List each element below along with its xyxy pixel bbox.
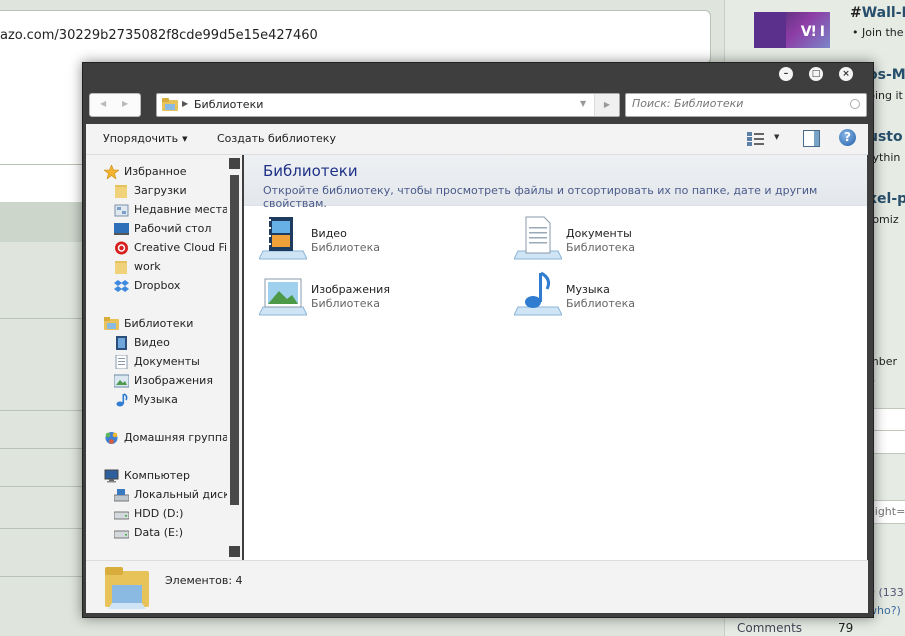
- video-library-icon: [259, 217, 307, 260]
- library-item-documents[interactable]: Документы Библиотека: [514, 215, 754, 263]
- sidebar-item-label: Библиотеки: [124, 317, 194, 330]
- drive-icon: [114, 511, 129, 520]
- sidebar-item-label: Загрузки: [134, 184, 187, 197]
- desktop-icon: [114, 223, 129, 235]
- library-name: Изображения: [311, 283, 390, 296]
- organize-label: Упорядочить: [103, 132, 179, 145]
- breadcrumb-arrow-icon[interactable]: ▶: [182, 99, 188, 108]
- library-name: Документы: [566, 227, 632, 240]
- system-drive-icon: [114, 489, 129, 502]
- refresh-button[interactable]: ▶: [594, 94, 619, 116]
- search-input[interactable]: [632, 97, 842, 110]
- homegroup-icon: [105, 432, 118, 444]
- sidebar-item-label: HDD (D:): [134, 507, 184, 520]
- sidebar-item-label: Документы: [134, 355, 200, 368]
- address-dropdown-icon[interactable]: ▼: [580, 99, 586, 108]
- sidebar-item-label: Недавние места: [134, 203, 227, 216]
- forward-arrow-icon[interactable]: ▶: [122, 99, 128, 108]
- background-right-title[interactable]: #Wall-H: [850, 5, 905, 21]
- address-bar[interactable]: ▶ Библиотеки ▼ ▶: [156, 93, 620, 117]
- preview-pane-icon[interactable]: [803, 130, 820, 147]
- recent-places-icon: [114, 204, 129, 217]
- navigation-bar: ◀ ▶ ▶ Библиотеки ▼ ▶: [83, 87, 873, 124]
- sidebar-item-label: Creative Cloud Fil: [134, 241, 227, 254]
- address-path: Библиотеки: [194, 98, 264, 111]
- view-options-icon[interactable]: [747, 132, 765, 146]
- title-bar[interactable]: – □ ×: [83, 63, 873, 87]
- search-icon[interactable]: [850, 99, 860, 109]
- library-item-video[interactable]: Видео Библиотека: [259, 215, 499, 263]
- documents-icon: [115, 355, 128, 369]
- details-pane: Элементов: 4: [86, 560, 868, 613]
- library-header: Библиотеки Откройте библиотеку, чтобы пр…: [244, 155, 867, 210]
- sidebar-item-label: work: [134, 260, 161, 273]
- item-count: Элементов: 4: [165, 574, 243, 587]
- sidebar-item-label: Локальный диск: [134, 488, 227, 501]
- page-title: Библиотеки: [263, 162, 358, 180]
- background-comments-label: Comments: [737, 621, 803, 635]
- search-box[interactable]: [625, 93, 867, 117]
- sidebar-item-label: Компьютер: [124, 469, 190, 482]
- video-icon: [116, 336, 127, 350]
- dropbox-icon: [114, 280, 129, 292]
- library-type: Библиотека: [566, 241, 635, 254]
- sidebar-item-label: Рабочий стол: [134, 222, 212, 235]
- background-url-box: azo.com/30229b2735082f8cde99d5e15e427460: [0, 10, 711, 64]
- pictures-icon: [114, 374, 129, 388]
- content-area: Библиотеки Откройте библиотеку, чтобы пр…: [244, 155, 867, 560]
- minimize-button[interactable]: –: [779, 67, 793, 81]
- libraries-folder-icon: [105, 567, 149, 609]
- back-forward-buttons[interactable]: ◀ ▶: [89, 93, 141, 117]
- navigation-scrollbar[interactable]: [227, 155, 242, 560]
- create-library-button[interactable]: Создать библиотеку: [217, 132, 336, 145]
- scroll-up-button[interactable]: [229, 158, 240, 169]
- library-name: Музыка: [566, 283, 610, 296]
- scroll-down-button[interactable]: [229, 546, 240, 557]
- view-dropdown-icon[interactable]: ▼: [774, 133, 779, 141]
- star-icon: [104, 165, 119, 179]
- sidebar-item-label: Data (E:): [134, 526, 184, 539]
- libraries-folder-icon: [162, 98, 178, 111]
- library-type: Библиотека: [566, 297, 635, 310]
- sidebar-item-label: Изображения: [134, 374, 213, 387]
- library-type: Библиотека: [311, 297, 380, 310]
- library-type: Библиотека: [311, 241, 380, 254]
- help-icon[interactable]: ?: [839, 129, 856, 146]
- sidebar-item-label: Музыка: [134, 393, 178, 406]
- maximize-button[interactable]: □: [809, 67, 823, 81]
- sidebar-item-label: Домашняя группа: [124, 431, 227, 444]
- drive-icon: [114, 530, 129, 539]
- sidebar-item-label: Видео: [134, 336, 170, 349]
- computer-icon: [104, 469, 119, 483]
- pictures-library-icon: [259, 278, 307, 316]
- explorer-window: – □ × ◀ ▶ ▶ Библиотеки ▼ ▶ Упорядочить▼ …: [82, 62, 874, 618]
- sidebar-item-label: Избранное: [124, 165, 187, 178]
- creative-cloud-icon: [115, 241, 128, 255]
- command-toolbar: Упорядочить ▼ Создать библиотеку ▼ ?: [86, 124, 868, 155]
- background-right-subtitle: • Join the: [852, 26, 904, 39]
- music-icon: [116, 393, 128, 407]
- background-url-text: azo.com/30229b2735082f8cde99d5e15e427460: [0, 28, 318, 43]
- library-item-pictures[interactable]: Изображения Библиотека: [259, 271, 499, 319]
- sidebar-item-label: Dropbox: [134, 279, 181, 292]
- library-item-music[interactable]: Музыка Библиотека: [514, 271, 754, 319]
- back-arrow-icon[interactable]: ◀: [100, 99, 106, 108]
- libraries-icon: [104, 317, 119, 330]
- chevron-down-icon: ▼: [182, 135, 188, 143]
- music-library-icon: [514, 271, 562, 316]
- background-thumbnail[interactable]: V! I: [754, 12, 830, 48]
- page-description: Откройте библиотеку, чтобы просмотреть ф…: [263, 184, 818, 210]
- background-comments-count: 79: [838, 621, 854, 635]
- library-name: Видео: [311, 227, 347, 240]
- documents-library-icon: [514, 216, 562, 260]
- scroll-thumb[interactable]: [230, 175, 239, 505]
- organize-button[interactable]: Упорядочить ▼: [103, 132, 188, 145]
- navigation-pane: Избранное Загрузки Недавние места Рабочи…: [86, 155, 227, 560]
- folder-icon: [115, 261, 127, 274]
- close-button[interactable]: ×: [839, 67, 853, 81]
- downloads-folder-icon: [115, 185, 127, 198]
